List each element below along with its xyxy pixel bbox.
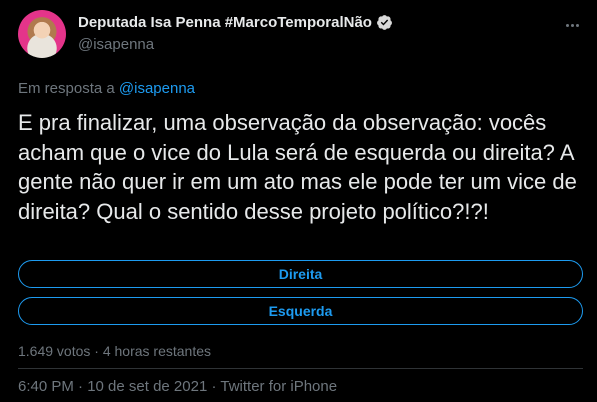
- author-name-row: Deputada Isa Penna #MarcoTemporalNão: [78, 14, 393, 31]
- reply-context: Em resposta a @isapenna: [18, 80, 195, 97]
- more-options-icon[interactable]: [559, 12, 585, 38]
- avatar[interactable]: [18, 10, 66, 58]
- poll-meta: 1.649 votos · 4 horas restantes: [18, 343, 211, 359]
- poll-option-esquerda[interactable]: Esquerda: [18, 297, 583, 325]
- reply-prefix: Em resposta a: [18, 80, 115, 97]
- author-handle[interactable]: @isapenna: [78, 36, 154, 53]
- tweet-text: E pra finalizar, uma observação da obser…: [18, 110, 577, 224]
- poll-option-direita[interactable]: Direita: [18, 260, 583, 288]
- divider: [18, 368, 583, 369]
- reply-mention-link[interactable]: @isapenna: [119, 80, 195, 97]
- tweet-timestamp[interactable]: 6:40 PM · 10 de set de 2021 · Twitter fo…: [18, 378, 337, 395]
- verified-badge-icon: [377, 15, 392, 30]
- author-name[interactable]: Deputada Isa Penna #MarcoTemporalNão: [78, 14, 372, 31]
